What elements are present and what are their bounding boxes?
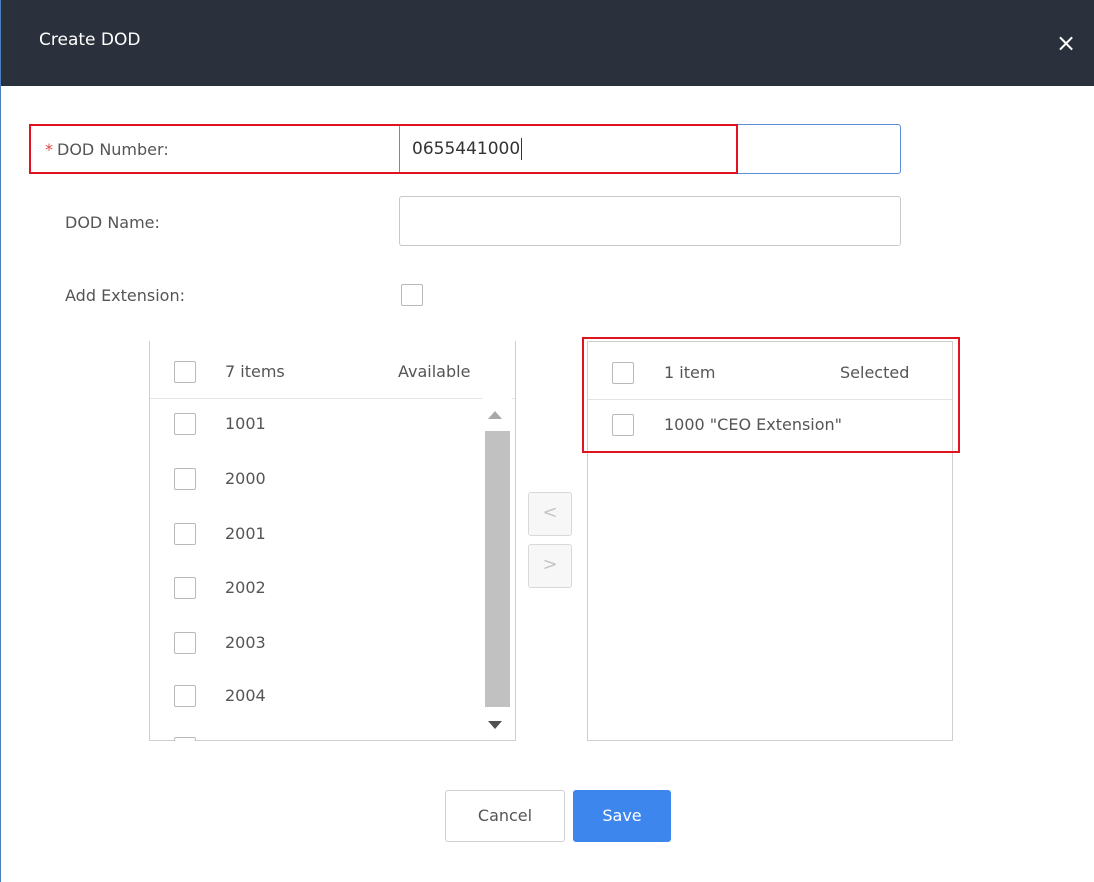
caret-up-icon[interactable] (488, 411, 502, 419)
add-extension-checkbox[interactable] (401, 284, 423, 306)
dod-name-label: DOD Name: (65, 213, 160, 232)
dod-name-input[interactable] (399, 196, 901, 246)
selected-panel-header: 1 item Selected (588, 342, 952, 400)
add-extension-label: Add Extension: (65, 286, 185, 305)
selected-item[interactable]: 1000 "CEO Extension" (664, 415, 842, 434)
available-item[interactable]: 1001 (225, 414, 266, 433)
dod-number-input[interactable]: 0655441000 (399, 124, 901, 174)
scrollbar-thumb[interactable] (485, 431, 510, 707)
available-item-checkbox[interactable] (174, 632, 196, 654)
required-marker: * (45, 140, 53, 159)
create-dod-dialog: Create DOD × * DOD Number: 0655441000 DOD… (0, 0, 1094, 882)
cancel-button[interactable]: Cancel (445, 790, 565, 842)
available-item[interactable]: 2004 (225, 686, 266, 705)
available-title: Available (398, 362, 471, 381)
selected-panel: 1 item Selected 1000 "CEO Extension" (587, 341, 953, 741)
available-item[interactable]: 2001 (225, 524, 266, 543)
available-item[interactable]: 2003 (225, 633, 266, 652)
dod-number-value: 0655441000 (412, 139, 521, 159)
dod-number-label-text: DOD Number: (57, 140, 169, 159)
move-right-button[interactable]: > (528, 544, 572, 588)
selected-item-checkbox[interactable] (612, 414, 634, 436)
caret-down-icon[interactable] (488, 721, 502, 729)
available-count: 7 items (225, 362, 285, 381)
dod-number-label: * DOD Number: (45, 140, 169, 159)
move-left-button[interactable]: < (528, 492, 572, 536)
available-item-checkbox[interactable] (174, 685, 196, 707)
selected-title: Selected (840, 363, 910, 382)
selected-count: 1 item (664, 363, 716, 382)
selected-select-all-checkbox[interactable] (612, 362, 634, 384)
available-item-checkbox[interactable] (174, 413, 196, 435)
available-item-checkbox[interactable] (174, 468, 196, 490)
available-item[interactable]: 2000 (225, 469, 266, 488)
text-caret (521, 138, 523, 160)
available-panel: 7 items Available 1001 2000 2001 2002 20… (149, 341, 516, 741)
dialog-title-bar: Create DOD × (1, 0, 1094, 86)
dialog-title: Create DOD (39, 30, 141, 50)
save-button[interactable]: Save (573, 790, 671, 842)
available-panel-border (515, 341, 516, 741)
available-item[interactable]: 2002 (225, 578, 266, 597)
close-icon[interactable]: × (1051, 28, 1081, 58)
available-item-checkbox-partial[interactable] (174, 737, 196, 741)
available-item-checkbox[interactable] (174, 523, 196, 545)
available-panel-header: 7 items Available (150, 341, 516, 399)
available-item-checkbox[interactable] (174, 577, 196, 599)
available-select-all-checkbox[interactable] (174, 361, 196, 383)
